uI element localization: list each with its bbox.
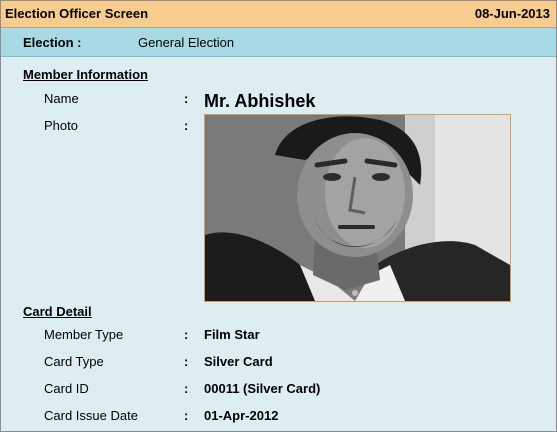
- member-name: Mr. Abhishek: [204, 91, 316, 111]
- window-title: Election Officer Screen: [5, 6, 149, 21]
- title-bar: Election Officer Screen 08-Jun-2013: [1, 1, 556, 28]
- member-type-label: Member Type: [44, 327, 124, 342]
- card-issue-date-colon: :: [184, 408, 189, 423]
- card-issue-date-label: Card Issue Date: [44, 408, 138, 423]
- name-label: Name: [44, 91, 79, 106]
- card-detail-heading: Card Detail: [23, 304, 92, 319]
- card-type-value: Silver Card: [204, 354, 273, 369]
- current-date: 08-Jun-2013: [474, 6, 550, 21]
- photo-label: Photo: [44, 118, 78, 133]
- card-issue-date-value: 01-Apr-2012: [204, 408, 279, 423]
- card-type-colon: :: [184, 354, 189, 369]
- card-id-value: 00011 (Silver Card): [204, 381, 321, 396]
- election-value: General Election: [138, 35, 235, 50]
- card-type-label: Card Type: [44, 354, 104, 369]
- member-type-colon: :: [184, 327, 189, 342]
- member-information-heading: Member Information: [23, 67, 148, 82]
- election-label: Election :: [23, 35, 82, 50]
- election-bar: Election : General Election: [1, 28, 556, 57]
- member-photo: [204, 114, 511, 302]
- member-type-value: Film Star: [204, 327, 260, 342]
- card-id-label: Card ID: [44, 381, 89, 396]
- card-id-colon: :: [184, 381, 189, 396]
- portrait-image: [205, 115, 510, 301]
- election-officer-window: Election Officer Screen 08-Jun-2013 Elec…: [0, 0, 557, 432]
- photo-colon: :: [184, 118, 189, 133]
- name-colon: :: [184, 91, 189, 106]
